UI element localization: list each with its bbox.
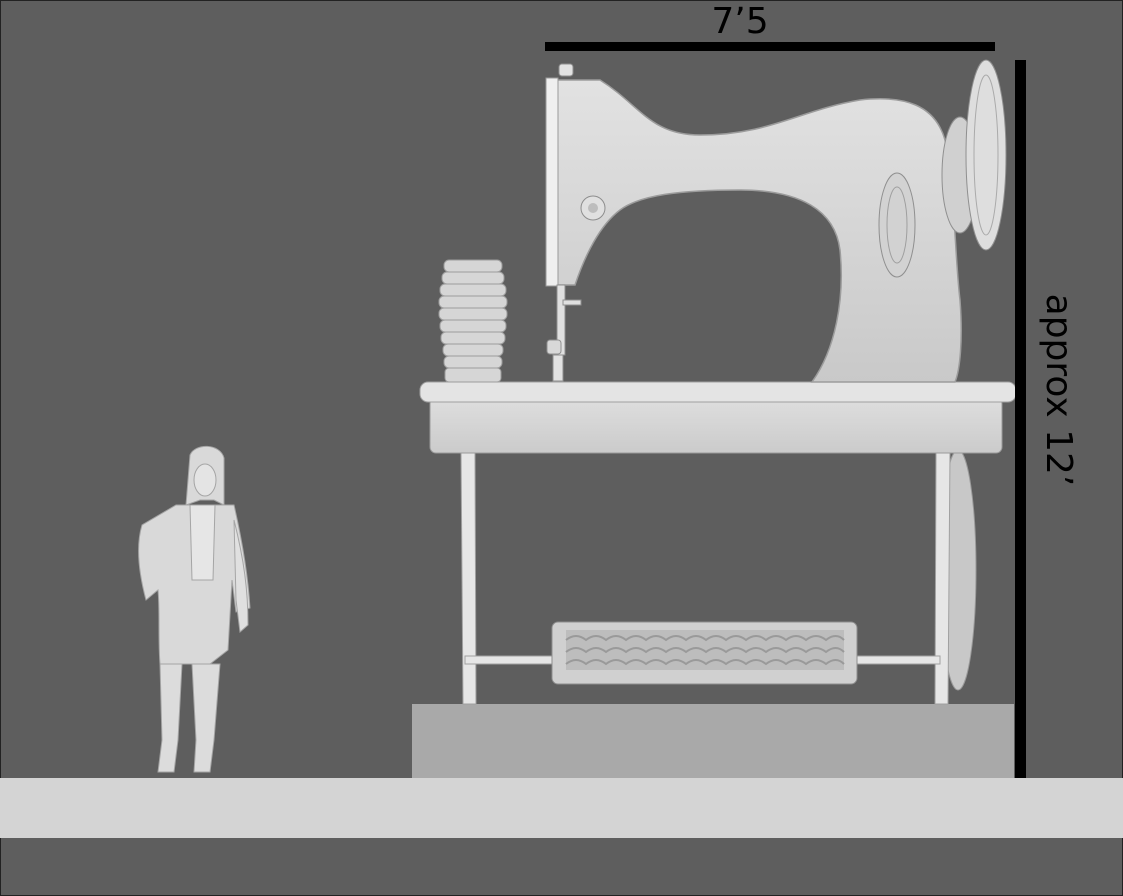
sewing-table: [419, 381, 1017, 454]
thread-spool: [438, 259, 508, 383]
width-dimension-label: 7’5: [711, 1, 769, 42]
height-dimension-label: approx 12’: [1038, 293, 1079, 487]
width-dimension-line: [545, 42, 995, 51]
human-scale-figure: [138, 445, 251, 773]
treadle-pedal: [551, 621, 858, 685]
elevation-drawing: [0, 0, 1123, 896]
sewing-machine: [545, 59, 1007, 383]
height-dimension-line: [1015, 60, 1026, 778]
plinth: [412, 704, 1014, 778]
floor-strip: [0, 778, 1123, 838]
